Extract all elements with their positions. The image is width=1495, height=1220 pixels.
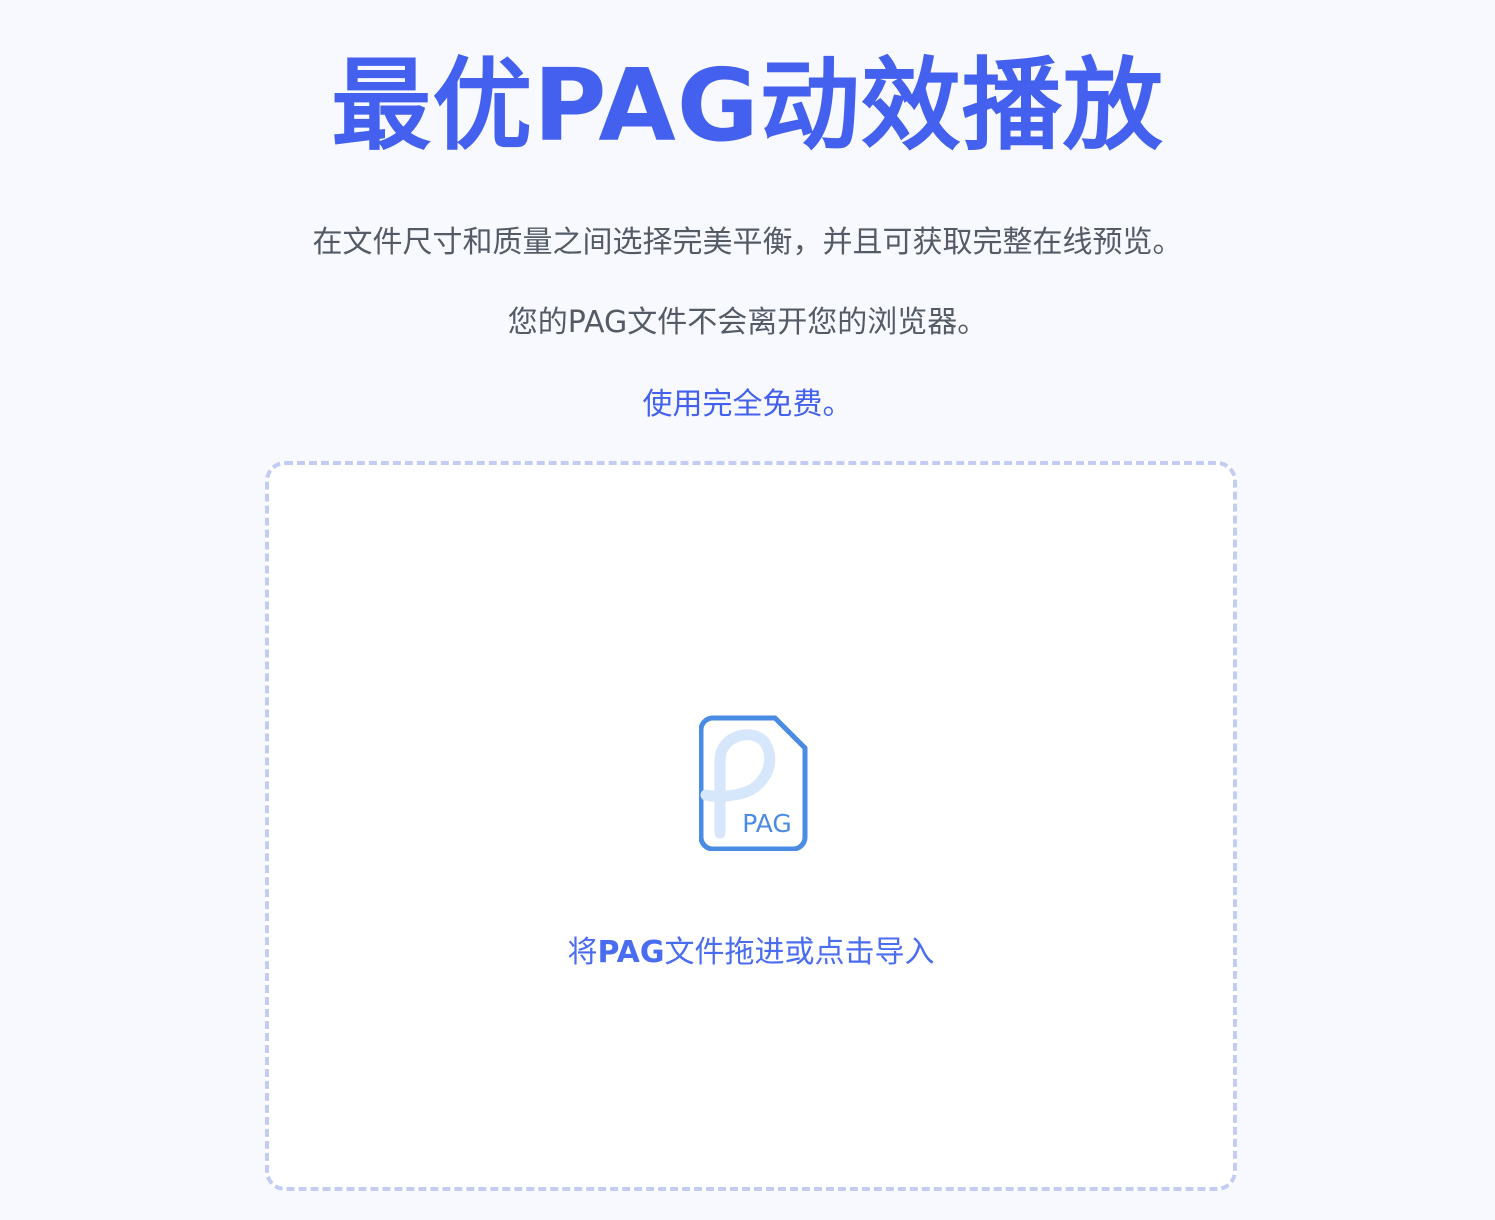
page: 最优PAG动效播放 在文件尺寸和质量之间选择完美平衡，并且可获取完整在线预览。 …	[0, 0, 1495, 1220]
subtitle-privacy: 您的PAG文件不会离开您的浏览器。	[507, 305, 988, 340]
drop-zone-prompt: 将PAG文件拖进或点击导入	[269, 933, 1233, 973]
page-title: 最优PAG动效播放	[331, 47, 1164, 164]
pag-file-icon-label: PAG	[742, 809, 792, 838]
subtitle-quality-balance: 在文件尺寸和质量之间选择完美平衡，并且可获取完整在线预览。	[312, 225, 1183, 260]
subtitle-free: 使用完全免费。	[642, 387, 853, 422]
drop-zone-prompt-suffix: 文件拖进或点击导入	[664, 935, 935, 970]
drop-zone-prompt-prefix: 将	[567, 935, 598, 970]
pag-file-icon: PAG	[699, 715, 808, 851]
file-drop-zone[interactable]: PAG 将PAG文件拖进或点击导入	[265, 461, 1237, 1191]
drop-zone-prompt-format: PAG	[597, 935, 665, 970]
